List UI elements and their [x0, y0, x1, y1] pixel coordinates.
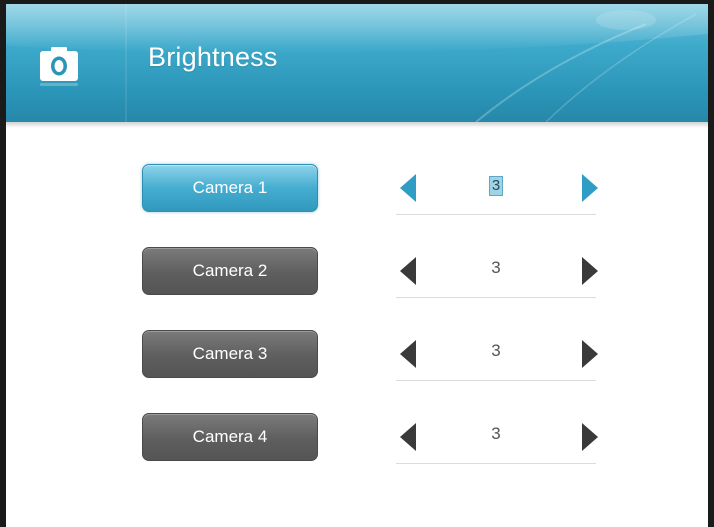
header-shadow: [6, 122, 708, 128]
camera-2-button[interactable]: Camera 2: [142, 247, 318, 295]
camera-row-3: Camera 3 3: [6, 330, 708, 386]
decrease-arrow-icon[interactable]: [396, 172, 422, 204]
page-title: Brightness: [148, 42, 278, 72]
decrease-arrow-icon[interactable]: [396, 255, 422, 287]
increase-arrow-icon[interactable]: [576, 421, 602, 453]
increase-arrow-icon[interactable]: [576, 338, 602, 370]
stepper-divider: [396, 380, 596, 381]
camera-4-brightness-stepper: 3: [396, 413, 598, 469]
camera-1-brightness-value: 3: [476, 175, 516, 196]
stepper-divider: [396, 214, 596, 215]
camera-1-brightness-stepper: 3: [396, 164, 598, 220]
stepper-divider: [396, 297, 596, 298]
camera-2-brightness-value: 3: [491, 258, 501, 277]
camera-4-brightness-value: 3: [491, 424, 501, 443]
increase-arrow-icon[interactable]: [576, 255, 602, 287]
camera-row-4: Camera 4 3: [6, 413, 708, 469]
camera-row-2: Camera 2 3: [6, 247, 708, 303]
camera-1-button[interactable]: Camera 1: [142, 164, 318, 212]
header-bar: Brightness: [6, 4, 708, 122]
camera-3-brightness-value: 3: [491, 341, 501, 360]
decrease-arrow-icon[interactable]: [396, 421, 422, 453]
camera-2-brightness-stepper: 3: [396, 247, 598, 303]
camera-3-button[interactable]: Camera 3: [142, 330, 318, 378]
camera-icon: [36, 44, 82, 88]
header-decoration: [6, 4, 708, 122]
brightness-screen: Brightness Camera 1 3 Camera 2 3 Camera …: [0, 0, 714, 527]
camera-3-brightness-stepper: 3: [396, 330, 598, 386]
camera-4-button[interactable]: Camera 4: [142, 413, 318, 461]
increase-arrow-icon[interactable]: [576, 172, 602, 204]
camera-row-1: Camera 1 3: [6, 164, 708, 220]
decrease-arrow-icon[interactable]: [396, 338, 422, 370]
stepper-divider: [396, 463, 596, 464]
